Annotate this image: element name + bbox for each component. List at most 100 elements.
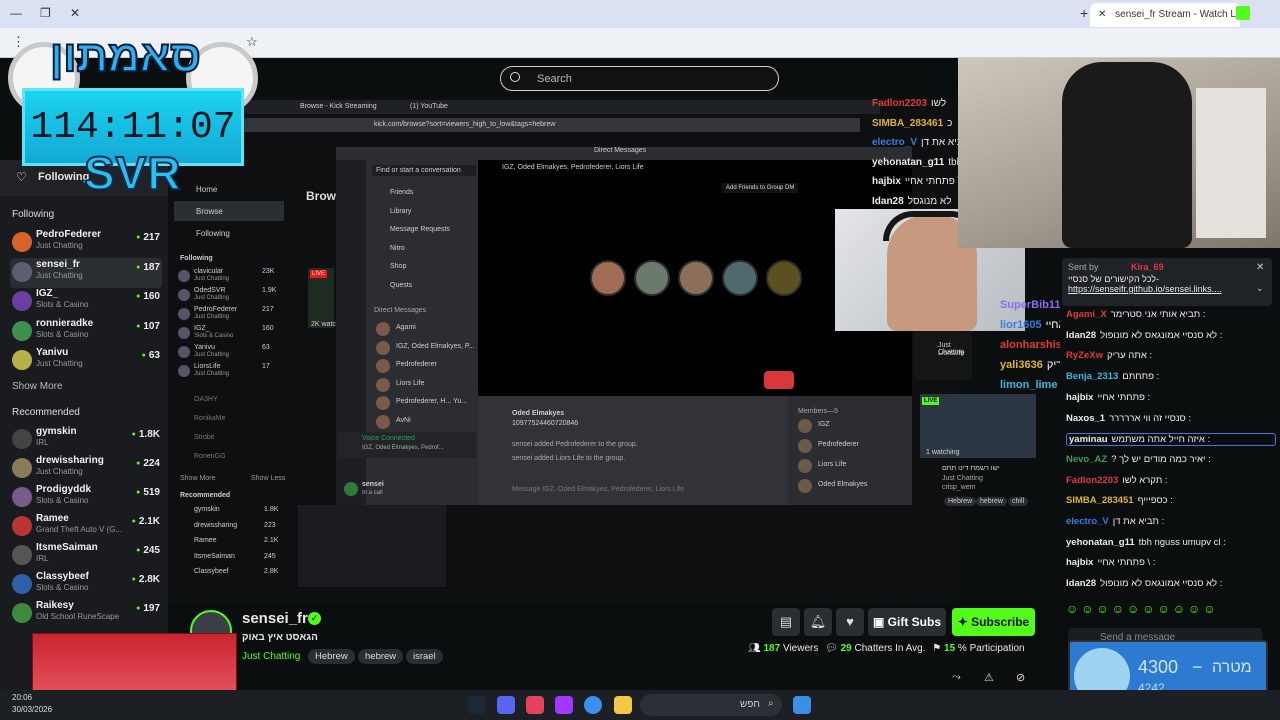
bell-icon[interactable]: 🔔︎ <box>804 608 832 636</box>
avatar <box>12 487 32 507</box>
mini-chat-line: Fadlon2203 לשו <box>872 98 946 109</box>
chat-username[interactable]: Fadlon2203 <box>1066 475 1118 486</box>
sidebar-following-item[interactable]: sensei_frJust Chatting 187 <box>10 257 162 288</box>
chat-message: Idan28 לא סנסיי אמונגאס לא מונופול : <box>1066 330 1276 341</box>
viewer-count: 197 <box>136 603 160 614</box>
participation-label: % Participation <box>957 643 1025 654</box>
channel-tag[interactable]: hebrew <box>358 649 404 664</box>
inner-viewer-count: 160 <box>262 325 274 332</box>
bookmark-star-icon[interactable]: ☆ <box>246 34 258 50</box>
chat-username[interactable]: yehonatan_g11 <box>1066 537 1135 548</box>
chat-username[interactable]: Naxos_1 <box>1066 413 1105 424</box>
sidebar-following-item[interactable]: IGZ_Slots & Casino 160 <box>10 287 162 317</box>
restore-icon[interactable]: ❐ <box>40 6 51 20</box>
gaming-chair <box>1062 62 1192 248</box>
chat-username[interactable]: yaminau <box>1069 434 1108 445</box>
live-card-category: Just Chatting <box>942 475 983 482</box>
chat-message: Nevo_AZ ? יאיר כמה מודים יש לך : <box>1066 454 1276 465</box>
discord-nav-item: Shop <box>390 263 407 270</box>
mute-notifications-icon[interactable]: ⊘ <box>1016 671 1025 684</box>
chat-message: hajbix פתחתי אחיי : <box>1066 392 1276 403</box>
channel-tag[interactable]: israel <box>406 649 443 664</box>
app-icon[interactable] <box>526 696 544 714</box>
chat-username[interactable]: electro_V <box>1066 516 1109 527</box>
viewers-label: Viewers <box>782 643 819 654</box>
gift-subs-button[interactable]: ▣ Gift Subs <box>868 608 946 636</box>
stream-category[interactable]: Just Chatting <box>242 651 300 662</box>
avatar <box>12 429 32 449</box>
call-participant-avatar <box>766 260 802 296</box>
sidebar-recommended-item[interactable]: RaikesyOld School RuneScape 197 <box>10 599 162 629</box>
sidebar-recommended-item[interactable]: gymskinIRL 1.8K <box>10 425 162 455</box>
chat-message: yaminau איזה חייל אתה משתמש : <box>1066 433 1276 447</box>
chat-username[interactable]: Idan28 <box>1066 578 1096 589</box>
chat-username[interactable]: Benja_2313 <box>1066 371 1118 382</box>
mini-chat-user: electro_V <box>872 137 918 148</box>
following-tab-label: Following <box>38 171 90 183</box>
chat-username[interactable]: Nevo_AZ <box>1066 454 1107 465</box>
sidebar-recommended-item[interactable]: ClassybeefSlots & Casino 2.8K <box>10 570 162 600</box>
close-tab-icon[interactable]: ✕ <box>1098 9 1106 20</box>
inner-following-item: LiorsLife Just Chatting 17 <box>178 363 282 381</box>
chat-username[interactable]: Idan28 <box>1066 330 1096 341</box>
inner-offline-channel: RonikaMe <box>194 415 226 422</box>
report-icon[interactable]: ⚠ <box>984 671 994 684</box>
sidebar-recommended-item[interactable]: RameeGrand Theft Auto V (G... 2.1K <box>10 512 162 542</box>
browser-tab-active[interactable]: ✕ sensei_fr Stream - Watch Li <box>1090 3 1240 27</box>
live-card-watching: 1 watching <box>926 449 960 456</box>
steam-icon[interactable] <box>468 696 486 714</box>
share-icon[interactable]: ⤳ <box>952 671 961 684</box>
chat-username[interactable]: hajbix <box>1066 392 1093 403</box>
chrome-icon[interactable] <box>584 696 602 714</box>
pinned-link[interactable]: https://senseifr.github.io/sensei.links.… <box>1068 284 1266 294</box>
sidebar-following-item[interactable]: ronnieradkeSlots & Casino 107 <box>10 317 162 347</box>
chat-username[interactable]: hajbix <box>1066 557 1093 568</box>
chat-username[interactable]: Agami_X <box>1066 309 1107 320</box>
avatar <box>12 574 32 594</box>
channel-tag[interactable]: Hebrew <box>308 649 355 664</box>
mini-chat-msg: פתחתי אחיי \ <box>904 176 961 187</box>
sidebar-recommended-item[interactable]: ItsmeSaimanIRL 245 <box>10 541 162 571</box>
avatar <box>178 289 190 301</box>
unpin-icon[interactable]: ✕ <box>1256 262 1264 273</box>
discord-find-input: Find or start a conversation <box>372 165 476 176</box>
subscribe-button[interactable]: ✦ Subscribe <box>952 608 1035 636</box>
inner-nav-home: Home <box>196 185 218 194</box>
follow-heart-icon[interactable]: ♥ <box>836 608 864 636</box>
windows-start-icon[interactable] <box>793 696 811 714</box>
channel-category: Slots & Casino <box>36 496 89 505</box>
following-section-title: Following <box>12 209 55 220</box>
sidebar-following-item[interactable]: YanivuJust Chatting 63 <box>10 346 162 376</box>
chat-username[interactable]: SIMBA_283451 <box>1066 495 1134 506</box>
search-input[interactable]: Search <box>500 66 779 91</box>
taskbar-search[interactable]: חפש <box>640 694 782 716</box>
chat-text: לא סנסיי אמונגאס לא מונופול : <box>1100 329 1223 341</box>
minimize-icon[interactable]: — <box>10 6 22 20</box>
sidebar-following-item[interactable]: PedroFedererJust Chatting 217 <box>10 228 162 258</box>
recommended-section-title: Recommended <box>12 407 80 418</box>
voice-status: Voice Connected <box>362 435 415 442</box>
discord-icon[interactable] <box>497 696 515 714</box>
sidebar-recommended-item[interactable]: drewissharingJust Chatting 224 <box>10 454 162 484</box>
discord-nav-item: Message Requests <box>390 226 450 233</box>
close-window-icon[interactable]: ✕ <box>70 6 80 20</box>
obs-icon[interactable] <box>555 696 573 714</box>
overlay-chat-user: alonharshish <box>1000 339 1069 351</box>
new-tab-icon[interactable]: + <box>1080 5 1088 21</box>
chat-text: ? יאיר כמה מודים יש לך : <box>1111 453 1211 465</box>
inner-recommended-label: Recommended <box>180 492 231 499</box>
show-more-link[interactable]: Show More <box>12 381 63 392</box>
chevron-down-icon[interactable]: ⌄ <box>1256 283 1264 294</box>
inner-offline-channel: Strobit <box>194 434 215 441</box>
channel-name[interactable]: sensei_fr <box>242 610 308 627</box>
folder-icon[interactable] <box>614 696 632 714</box>
emote-row[interactable]: ☺☺☺☺☺☺☺☺☺☺ <box>1066 602 1276 618</box>
channel-category: Just Chatting <box>36 241 83 250</box>
overlay-chat-user: SuperBib11 <box>1000 299 1061 311</box>
stream-title: הגאסט איץ באוק <box>242 632 318 643</box>
chat-username[interactable]: RyZeXw <box>1066 350 1103 361</box>
clip-icon[interactable]: ▤ <box>772 608 800 636</box>
avatar <box>12 545 32 565</box>
sidebar-recommended-item[interactable]: ProdigyddkSlots & Casino 519 <box>10 483 162 513</box>
pinned-message[interactable]: Sent by Kira_69 לכל הקישורים של סנסיי- h… <box>1062 258 1272 306</box>
